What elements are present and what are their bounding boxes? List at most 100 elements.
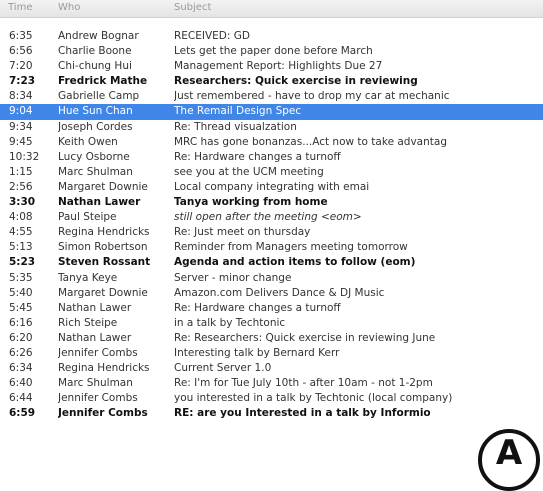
message-time: 9:34	[9, 120, 33, 133]
message-time: 9:45	[9, 135, 33, 148]
column-header-time[interactable]: Time	[8, 2, 32, 13]
message-subject: Re: Researchers: Quick exercise in revie…	[174, 331, 436, 344]
message-time: 5:40	[9, 286, 33, 299]
message-time: 5:13	[9, 241, 33, 254]
message-row[interactable]: 6:20 Nathan Lawer Re: Researchers: Quick e…	[0, 331, 543, 346]
message-subject: Amazon.com Delivers Dance & DJ Music	[174, 286, 385, 299]
message-row[interactable]: 2:56 Margaret Downie Local company integra…	[0, 180, 543, 195]
message-sender: Joseph Cordes	[58, 120, 133, 133]
message-row[interactable]: 5:35 Tanya Keye Server - minor change	[0, 271, 543, 286]
message-time: 6:59	[9, 407, 36, 420]
message-row[interactable]: 5:40 Margaret Downie Amazon.com Delivers D…	[0, 286, 543, 301]
message-sender: Fredrick Mathe	[58, 75, 148, 88]
message-row[interactable]: 3:30 Nathan Lawer Tanya working from home	[0, 195, 543, 210]
message-row[interactable]: 5:13 Simon Robertson Reminder from Manager…	[0, 240, 543, 255]
logo-letter: A	[495, 433, 523, 473]
message-sender: Gabrielle Camp	[58, 90, 140, 103]
message-time: 6:26	[9, 346, 33, 359]
message-time: 2:56	[9, 180, 33, 193]
message-sender: Marc Shulman	[58, 377, 133, 390]
message-subject: Tanya working from home	[174, 196, 328, 209]
message-row[interactable]: 6:26 Jennifer Combs Interesting talk by Be…	[0, 346, 543, 361]
message-subject: in a talk by Techtonic	[174, 316, 286, 329]
message-subject: Reminder from Managers meeting tomorrow	[174, 241, 408, 254]
message-subject: see you at the UCM meeting	[174, 165, 324, 178]
message-subject: Current Server 1.0	[174, 362, 272, 375]
message-sender: Rich Steipe	[58, 316, 118, 329]
message-sender: Jennifer Combs	[58, 346, 138, 359]
message-sender: Regina Hendricks	[58, 362, 150, 375]
column-header-who[interactable]: Who	[58, 2, 80, 13]
message-row[interactable]: 7:20 Chi-chung Hui Management Report: High…	[0, 59, 543, 74]
message-row[interactable]: 4:55 Regina Hendricks Re: Just meet on thu…	[0, 225, 543, 240]
message-row[interactable]: 9:45 Keith Owen MRC has gone bonanzas...Ac…	[0, 135, 543, 150]
message-subject: Interesting talk by Bernard Kerr	[174, 346, 340, 359]
message-subject: RE: are you Interested in a talk by Info…	[174, 407, 431, 420]
message-sender: Nathan Lawer	[58, 196, 141, 209]
message-row[interactable]: 6:40 Marc Shulman Re: I'm for Tue July 10t…	[0, 376, 543, 391]
message-row[interactable]: 6:35 Andrew Bognar RECEIVED: GD	[0, 29, 543, 44]
message-time: 10:32	[9, 150, 40, 163]
message-row-selected[interactable]: 9:04 Hue Sun Chan The Remail Design Spec	[0, 104, 543, 120]
message-row[interactable]: 6:44 Jennifer Combs you interested in a ta…	[0, 391, 543, 406]
message-row[interactable]: 5:23 Steven Rossant Agenda and action item…	[0, 255, 543, 270]
message-sender: Charlie Boone	[58, 45, 132, 58]
message-subject: Lets get the paper done before March	[174, 45, 373, 58]
message-subject: Researchers: Quick exercise in reviewing	[174, 75, 418, 88]
message-sender: Lucy Osborne	[58, 150, 130, 163]
message-time: 6:44	[9, 392, 33, 405]
message-subject: you interested in a talk by Techtonic (l…	[174, 392, 453, 405]
message-row[interactable]: 6:16 Rich Steipe in a talk by Techtonic	[0, 316, 543, 331]
message-sender: Nathan Lawer	[58, 331, 132, 344]
message-subject: Re: Thread visualzation	[174, 120, 297, 133]
message-row[interactable]: 7:23 Fredrick Mathe Researchers: Quick exe…	[0, 74, 543, 89]
message-subject: Re: I'm for Tue July 10th - after 10am -…	[174, 377, 433, 390]
column-header: Time Who Subject	[0, 0, 543, 18]
message-time: 9:04	[9, 105, 33, 118]
message-sender: Paul Steipe	[58, 211, 117, 224]
message-sender: Chi-chung Hui	[58, 60, 132, 73]
message-subject: Re: Just meet on thursday	[174, 226, 311, 239]
message-time: 8:34	[9, 90, 33, 103]
message-subject: Just remembered - have to drop my car at…	[174, 90, 450, 103]
message-time: 7:23	[9, 75, 36, 88]
message-row[interactable]: 1:15 Marc Shulman see you at the UCM meeti…	[0, 165, 543, 180]
message-time: 1:15	[9, 165, 33, 178]
message-sender: Hue Sun Chan	[58, 105, 133, 118]
message-row[interactable]: 6:34 Regina Hendricks Current Server 1.0	[0, 361, 543, 376]
message-row[interactable]: 8:34 Gabrielle Camp Just remembered - have…	[0, 89, 543, 104]
message-time: 5:23	[9, 256, 36, 269]
message-subject: still open after the meeting <eom>	[174, 211, 362, 224]
message-subject: The Remail Design Spec	[174, 105, 302, 118]
message-time: 6:35	[9, 30, 33, 42]
message-subject: Re: Hardware changes a turnoff	[174, 150, 341, 163]
message-row[interactable]: 6:59 Jennifer Combs RE: are you Interested…	[0, 406, 543, 421]
message-subject: Local company integrating with emai	[174, 180, 370, 193]
message-sender: Andrew Bognar	[58, 30, 139, 42]
message-sender: Keith Owen	[58, 135, 118, 148]
message-row[interactable]: 5:45 Nathan Lawer Re: Hardware changes a t…	[0, 301, 543, 316]
message-row[interactable]: 4:08 Paul Steipe still open after the meet…	[0, 210, 543, 225]
message-time: 5:45	[9, 301, 33, 314]
message-subject: Management Report: Highlights Due 27	[174, 60, 383, 73]
message-subject: Re: Hardware changes a turnoff	[174, 301, 341, 314]
circle-logo-icon: A	[478, 429, 540, 491]
message-sender: Simon Robertson	[58, 241, 148, 254]
message-time: 6:20	[9, 331, 33, 344]
message-time: 6:56	[9, 45, 33, 58]
message-row[interactable]: 9:34 Joseph Cordes Re: Thread visualzation	[0, 120, 543, 135]
message-time: 4:08	[9, 211, 33, 224]
message-sender: Jennifer Combs	[58, 392, 138, 405]
message-sender: Steven Rossant	[58, 256, 151, 269]
message-sender: Tanya Keye	[58, 271, 118, 284]
message-sender: Nathan Lawer	[58, 301, 132, 314]
message-time: 6:40	[9, 377, 33, 390]
message-row[interactable]: 10:32 Lucy Osborne Re: Hardware changes a …	[0, 150, 543, 165]
message-subject: Server - minor change	[174, 271, 292, 284]
column-header-subject[interactable]: Subject	[174, 2, 211, 13]
message-sender: Regina Hendricks	[58, 226, 150, 239]
message-sender: Margaret Downie	[58, 286, 148, 299]
message-row[interactable]: 6:56 Charlie Boone Lets get the paper done…	[0, 44, 543, 59]
message-time: 3:30	[9, 196, 36, 209]
message-time: 5:35	[9, 271, 33, 284]
